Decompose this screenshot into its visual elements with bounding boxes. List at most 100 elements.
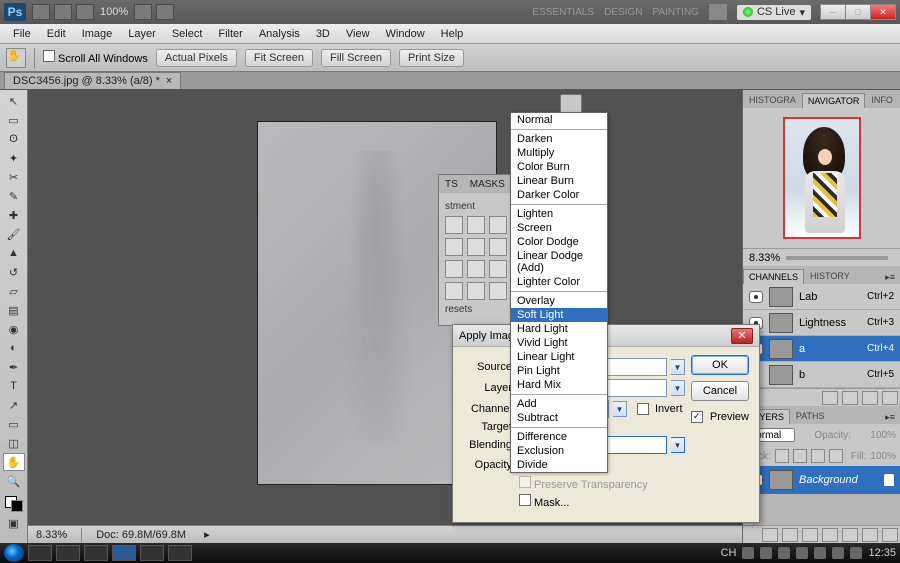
color-swatches[interactable]: [4, 495, 24, 513]
wand-tool-icon[interactable]: ✦: [3, 149, 25, 167]
lock-transparency-icon[interactable]: [775, 449, 789, 463]
blend-option-lighter-color[interactable]: Lighter Color: [511, 275, 607, 289]
taskbar-item[interactable]: [28, 545, 52, 561]
blend-option-add[interactable]: Add: [511, 397, 607, 411]
tray-icon[interactable]: [832, 547, 844, 559]
navigator-body[interactable]: [743, 108, 900, 248]
adj-icon[interactable]: [445, 282, 463, 300]
delete-channel-icon[interactable]: [882, 391, 898, 405]
blend-option-multiply[interactable]: Multiply: [511, 146, 607, 160]
blur-tool-icon[interactable]: ◉: [3, 320, 25, 338]
zoom-tool-icon[interactable]: 🔍: [3, 472, 25, 490]
masks-tab[interactable]: MASKS: [464, 177, 511, 192]
blend-option-linear-light[interactable]: Linear Light: [511, 350, 607, 364]
clock[interactable]: 12:35: [868, 547, 896, 559]
tab-info[interactable]: INFO: [865, 92, 899, 108]
blend-option-vivid-light[interactable]: Vivid Light: [511, 336, 607, 350]
blend-option-normal[interactable]: Normal: [511, 113, 607, 127]
menu-help[interactable]: Help: [434, 26, 471, 42]
print-size-button[interactable]: Print Size: [399, 49, 464, 67]
blend-option-hard-mix[interactable]: Hard Mix: [511, 378, 607, 392]
blend-option-subtract[interactable]: Subtract: [511, 411, 607, 425]
minibridge-icon[interactable]: [54, 4, 72, 20]
adj-icon[interactable]: [489, 238, 507, 256]
blend-option-hard-light[interactable]: Hard Light: [511, 322, 607, 336]
blend-option-screen[interactable]: Screen: [511, 221, 607, 235]
workspace-more-icon[interactable]: [709, 4, 727, 20]
scroll-all-windows-checkbox[interactable]: Scroll All Windows: [43, 50, 148, 65]
status-menu-icon[interactable]: ▸: [204, 528, 210, 541]
gradient-tool-icon[interactable]: ▤: [3, 301, 25, 319]
bridge-icon[interactable]: [32, 4, 50, 20]
tray-icon[interactable]: [760, 547, 772, 559]
shape-tool-icon[interactable]: ▭: [3, 415, 25, 433]
menu-window[interactable]: Window: [379, 26, 432, 42]
layer-item-background[interactable]: Background: [743, 466, 900, 494]
document-tab-close-icon[interactable]: ×: [166, 75, 172, 87]
type-tool-icon[interactable]: T: [3, 377, 25, 395]
menu-image[interactable]: Image: [75, 26, 120, 42]
blend-option-lighten[interactable]: Lighten: [511, 207, 607, 221]
lasso-tool-icon[interactable]: ʘ: [3, 130, 25, 148]
adj-icon[interactable]: [467, 260, 485, 278]
link-icon[interactable]: [762, 528, 778, 542]
new-channel-icon[interactable]: [862, 391, 878, 405]
ok-button[interactable]: OK: [691, 355, 749, 375]
chevron-down-icon[interactable]: ▼: [613, 401, 627, 417]
fx-icon[interactable]: [782, 528, 798, 542]
mask-checkbox[interactable]: Mask...: [519, 494, 569, 509]
lock-image-icon[interactable]: [793, 449, 807, 463]
channel-row-lightness[interactable]: LightnessCtrl+3: [743, 310, 900, 336]
visibility-icon[interactable]: [749, 291, 763, 303]
pen-tool-icon[interactable]: ✒: [3, 358, 25, 376]
layer-thumbnail[interactable]: [769, 470, 793, 490]
adj-icon[interactable]: [489, 260, 507, 278]
adjustment-icon[interactable]: [822, 528, 838, 542]
3d-tool-icon[interactable]: ◫: [3, 434, 25, 452]
menu-3d[interactable]: 3D: [309, 26, 337, 42]
path-tool-icon[interactable]: ↗: [3, 396, 25, 414]
hand-tool-icon[interactable]: ✋: [3, 453, 25, 471]
tab-channels[interactable]: CHANNELS: [743, 269, 804, 284]
workspace-painting[interactable]: PAINTING: [652, 7, 698, 18]
tab-histogram[interactable]: HISTOGRA: [743, 92, 802, 108]
channel-row-b[interactable]: bCtrl+5: [743, 362, 900, 388]
chevron-down-icon[interactable]: ▼: [671, 437, 685, 453]
blend-option-divide[interactable]: Divide: [511, 458, 607, 472]
tray-icon[interactable]: [796, 547, 808, 559]
save-selection-icon[interactable]: [842, 391, 858, 405]
menu-view[interactable]: View: [339, 26, 377, 42]
adj-icon[interactable]: [489, 216, 507, 234]
document-tab[interactable]: DSC3456.jpg @ 8.33% (a/8) * ×: [4, 72, 181, 89]
arrange-icon[interactable]: [76, 4, 94, 20]
menu-analysis[interactable]: Analysis: [252, 26, 307, 42]
fill-screen-button[interactable]: Fill Screen: [321, 49, 391, 67]
adj-icon[interactable]: [467, 282, 485, 300]
workspace-design[interactable]: DESIGN: [604, 7, 642, 18]
blend-option-linear-dodge-add-[interactable]: Linear Dodge (Add): [511, 249, 607, 275]
dodge-tool-icon[interactable]: ◐: [3, 339, 25, 357]
lock-all-icon[interactable]: [829, 449, 843, 463]
chevron-down-icon[interactable]: ▼: [671, 380, 685, 396]
mask-icon[interactable]: [802, 528, 818, 542]
navigator-zoom-value[interactable]: 8.33%: [749, 252, 780, 264]
start-button[interactable]: [4, 544, 24, 562]
status-doc-size[interactable]: Doc: 69.8M/69.8M: [96, 529, 186, 541]
dialog-close-icon[interactable]: ✕: [731, 328, 753, 344]
blend-option-color-burn[interactable]: Color Burn: [511, 160, 607, 174]
adj-icon[interactable]: [489, 282, 507, 300]
quickmask-icon[interactable]: ▣: [3, 514, 25, 532]
invert-checkbox[interactable]: Invert: [637, 403, 683, 415]
cslive-button[interactable]: CS Live ▾: [737, 5, 811, 20]
tray-icon[interactable]: [742, 547, 754, 559]
close-button[interactable]: ✕: [870, 4, 896, 20]
hand-tool-icon[interactable]: ✋: [6, 48, 26, 68]
preview-checkbox[interactable]: Preview: [691, 411, 749, 423]
screenmode-icon[interactable]: [134, 4, 152, 20]
adj-icon[interactable]: [445, 260, 463, 278]
fit-screen-button[interactable]: Fit Screen: [245, 49, 313, 67]
extras-icon[interactable]: [156, 4, 174, 20]
navigator-thumbnail[interactable]: [783, 117, 861, 239]
eyedropper-tool-icon[interactable]: ✎: [3, 187, 25, 205]
adjustments-tab[interactable]: TS: [439, 177, 464, 192]
